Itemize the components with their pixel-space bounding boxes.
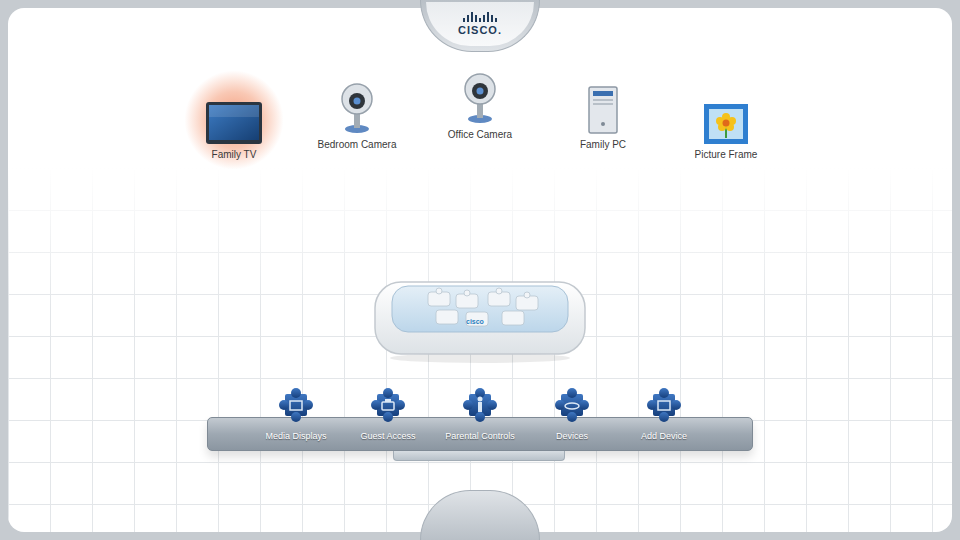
logo-text: CISCO. [458, 23, 502, 37]
device-icon-box[interactable] [307, 82, 407, 134]
toolbar-button[interactable]: Parental Controls [434, 387, 526, 442]
camera-icon [337, 82, 377, 134]
device-icon-box[interactable] [184, 92, 284, 144]
device-icon-box[interactable] [553, 82, 653, 134]
toolbar: Media Displays Guest Access Parental Contr… [207, 387, 753, 467]
puzzle-icon [278, 387, 314, 423]
toolbar-label[interactable]: Media Displays [265, 431, 326, 442]
device-item[interactable]: Family TV [173, 92, 296, 161]
puzzle-icon [370, 387, 406, 423]
device-icon-box[interactable] [676, 92, 776, 144]
router-label: cisco [466, 318, 484, 326]
toolbar-label[interactable]: Parental Controls [445, 431, 515, 442]
device-label[interactable]: Bedroom Camera [318, 138, 397, 151]
toolbar-button[interactable]: Add Device [618, 387, 710, 442]
device-item[interactable]: Bedroom Camera [296, 82, 419, 161]
tv-icon [206, 102, 262, 144]
logo-inner: CISCO. [426, 2, 534, 46]
puzzle-icon [554, 387, 590, 423]
puzzle-icon [646, 387, 682, 423]
device-item[interactable]: Office Camera [419, 72, 542, 161]
toolbar-label[interactable]: Guest Access [360, 431, 415, 442]
picture-frame-icon [704, 104, 748, 144]
content: Family TV Bedroom Camera Office Camera Fami… [8, 8, 952, 467]
device-item[interactable]: Picture Frame [665, 92, 788, 161]
device-label[interactable]: Family TV [212, 148, 257, 161]
device-item[interactable]: Family PC [542, 82, 665, 161]
toolbar-label[interactable]: Devices [556, 431, 588, 442]
toolbar-button[interactable]: Devices [526, 387, 618, 442]
toolbar-button[interactable]: Guest Access [342, 387, 434, 442]
computer-icon [587, 86, 619, 134]
device-row: Family TV Bedroom Camera Office Camera Fami… [173, 72, 788, 161]
device-label[interactable]: Picture Frame [695, 148, 758, 161]
toolbar-tab [393, 451, 565, 461]
main-panel: Family TV Bedroom Camera Office Camera Fami… [8, 8, 952, 532]
device-icon-box[interactable] [430, 72, 530, 124]
router[interactable]: cisco [370, 274, 590, 364]
device-label[interactable]: Family PC [580, 138, 626, 151]
toolbar-button[interactable]: Media Displays [250, 387, 342, 442]
puzzle-icon [462, 387, 498, 423]
toolbar-items: Media Displays Guest Access Parental Contr… [250, 387, 710, 442]
cisco-bars-icon [462, 12, 498, 22]
device-label[interactable]: Office Camera [448, 128, 512, 141]
toolbar-label[interactable]: Add Device [641, 431, 687, 442]
camera-icon [460, 72, 500, 124]
